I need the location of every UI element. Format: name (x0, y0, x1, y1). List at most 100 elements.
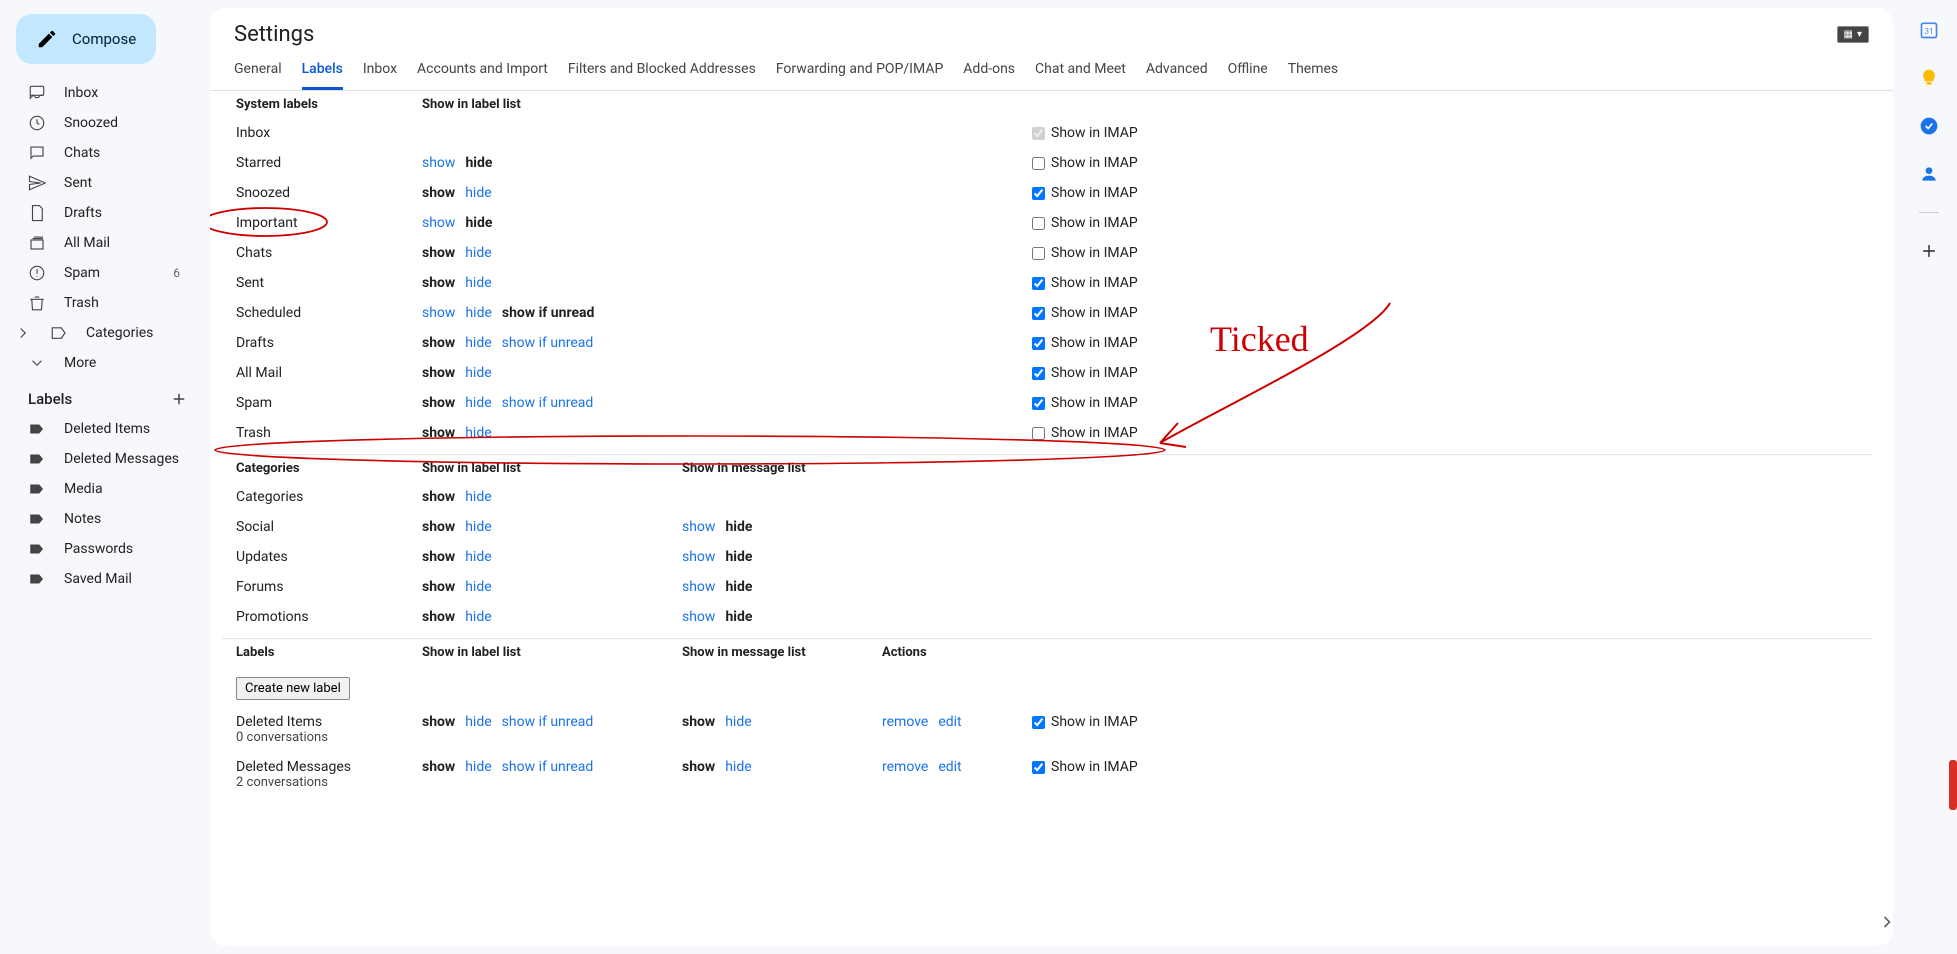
option-show[interactable]: show (682, 759, 715, 775)
option-hide[interactable]: hide (465, 215, 492, 231)
tab-accounts-and-import[interactable]: Accounts and Import (417, 61, 548, 90)
imap-toggle[interactable]: Show in IMAP (1032, 395, 1873, 411)
imap-toggle[interactable]: Show in IMAP (1032, 425, 1873, 441)
tab-general[interactable]: General (234, 61, 282, 90)
nav-inbox[interactable]: Inbox (8, 78, 202, 108)
option-hide[interactable]: hide (465, 365, 491, 381)
tab-advanced[interactable]: Advanced (1146, 61, 1208, 90)
option-hide[interactable]: hide (725, 549, 752, 565)
option-hide[interactable]: hide (465, 425, 491, 441)
option-hide[interactable]: hide (465, 714, 491, 730)
imap-toggle[interactable]: Show in IMAP (1032, 714, 1873, 730)
keep-icon[interactable] (1919, 68, 1939, 88)
imap-toggle[interactable]: Show in IMAP (1032, 365, 1873, 381)
tab-forwarding-and-pop-imap[interactable]: Forwarding and POP/IMAP (776, 61, 943, 90)
option-hide[interactable]: hide (465, 549, 491, 565)
option-show[interactable]: show (422, 759, 455, 775)
nav-chats[interactable]: Chats (8, 138, 202, 168)
sidebar-label-item[interactable]: Media (8, 474, 202, 504)
nav-categories[interactable]: Categories (8, 318, 202, 348)
option-show[interactable]: show (422, 365, 455, 381)
option-show[interactable]: show (682, 714, 715, 730)
add-addon-icon[interactable] (1919, 241, 1939, 261)
imap-toggle[interactable]: Show in IMAP (1032, 305, 1873, 321)
option-hide[interactable]: hide (465, 155, 492, 171)
nav-spam[interactable]: Spam6 (8, 258, 202, 288)
edit-action[interactable]: edit (938, 759, 961, 775)
tab-add-ons[interactable]: Add-ons (963, 61, 1015, 90)
option-show[interactable]: show (682, 579, 715, 595)
option-show[interactable]: show (422, 609, 455, 625)
imap-toggle[interactable]: Show in IMAP (1032, 125, 1873, 141)
option-hide[interactable]: hide (465, 579, 491, 595)
option-show[interactable]: show (422, 395, 455, 411)
calendar-icon[interactable]: 31 (1919, 20, 1939, 40)
remove-action[interactable]: remove (882, 759, 928, 775)
imap-toggle[interactable]: Show in IMAP (1032, 215, 1873, 231)
option-show[interactable]: show (422, 305, 455, 321)
option-show[interactable]: show (422, 519, 455, 535)
option-show-if-unread[interactable]: show if unread (502, 395, 594, 411)
nav-drafts[interactable]: Drafts (8, 198, 202, 228)
option-show[interactable]: show (422, 275, 455, 291)
tab-filters-and-blocked-addresses[interactable]: Filters and Blocked Addresses (568, 61, 756, 90)
option-show[interactable]: show (422, 335, 455, 351)
option-show[interactable]: show (422, 549, 455, 565)
option-hide[interactable]: hide (465, 395, 491, 411)
tab-offline[interactable]: Offline (1228, 61, 1268, 90)
contacts-icon[interactable] (1919, 164, 1939, 184)
remove-action[interactable]: remove (882, 714, 928, 730)
option-hide[interactable]: hide (465, 519, 491, 535)
create-label-button[interactable]: Create new label (236, 677, 350, 700)
nav-snoozed[interactable]: Snoozed (8, 108, 202, 138)
option-show-if-unread[interactable]: show if unread (502, 335, 594, 351)
option-show-if-unread[interactable]: show if unread (502, 759, 594, 775)
collapse-panel-icon[interactable] (1877, 912, 1893, 932)
imap-toggle[interactable]: Show in IMAP (1032, 335, 1873, 351)
option-hide[interactable]: hide (465, 609, 491, 625)
sidebar-label-item[interactable]: Passwords (8, 534, 202, 564)
imap-toggle[interactable]: Show in IMAP (1032, 759, 1873, 775)
option-show-if-unread[interactable]: show if unread (502, 305, 595, 321)
sidebar-label-item[interactable]: Notes (8, 504, 202, 534)
option-show[interactable]: show (422, 489, 455, 505)
settings-content[interactable]: System labels Show in label list InboxSh… (210, 91, 1893, 946)
option-hide[interactable]: hide (465, 305, 491, 321)
nav-allmail[interactable]: All Mail (8, 228, 202, 258)
sidebar-label-item[interactable]: Deleted Items (8, 414, 202, 444)
tasks-icon[interactable] (1919, 116, 1939, 136)
option-show[interactable]: show (422, 155, 455, 171)
tab-inbox[interactable]: Inbox (363, 61, 397, 90)
option-show-if-unread[interactable]: show if unread (502, 714, 594, 730)
option-show[interactable]: show (422, 425, 455, 441)
input-tool-button[interactable]: ▦▾ (1837, 26, 1869, 43)
imap-toggle[interactable]: Show in IMAP (1032, 155, 1873, 171)
nav-trash[interactable]: Trash (8, 288, 202, 318)
option-hide[interactable]: hide (725, 609, 752, 625)
option-hide[interactable]: hide (725, 579, 752, 595)
imap-toggle[interactable]: Show in IMAP (1032, 185, 1873, 201)
sidebar-label-item[interactable]: Deleted Messages (8, 444, 202, 474)
tab-chat-and-meet[interactable]: Chat and Meet (1035, 61, 1126, 90)
option-show[interactable]: show (682, 519, 715, 535)
option-hide[interactable]: hide (465, 275, 491, 291)
nav-sent[interactable]: Sent (8, 168, 202, 198)
option-show[interactable]: show (422, 185, 455, 201)
option-show[interactable]: show (422, 714, 455, 730)
option-hide[interactable]: hide (465, 335, 491, 351)
option-hide[interactable]: hide (465, 489, 491, 505)
option-hide[interactable]: hide (725, 519, 752, 535)
option-show[interactable]: show (682, 549, 715, 565)
option-show[interactable]: show (682, 609, 715, 625)
option-show[interactable]: show (422, 579, 455, 595)
edit-action[interactable]: edit (938, 714, 961, 730)
option-show[interactable]: show (422, 245, 455, 261)
option-hide[interactable]: hide (725, 759, 751, 775)
option-hide[interactable]: hide (465, 245, 491, 261)
option-hide[interactable]: hide (725, 714, 751, 730)
add-label-icon[interactable] (170, 390, 188, 408)
nav-more[interactable]: More (8, 348, 202, 378)
tab-labels[interactable]: Labels (302, 61, 343, 90)
option-hide[interactable]: hide (465, 759, 491, 775)
option-hide[interactable]: hide (465, 185, 491, 201)
